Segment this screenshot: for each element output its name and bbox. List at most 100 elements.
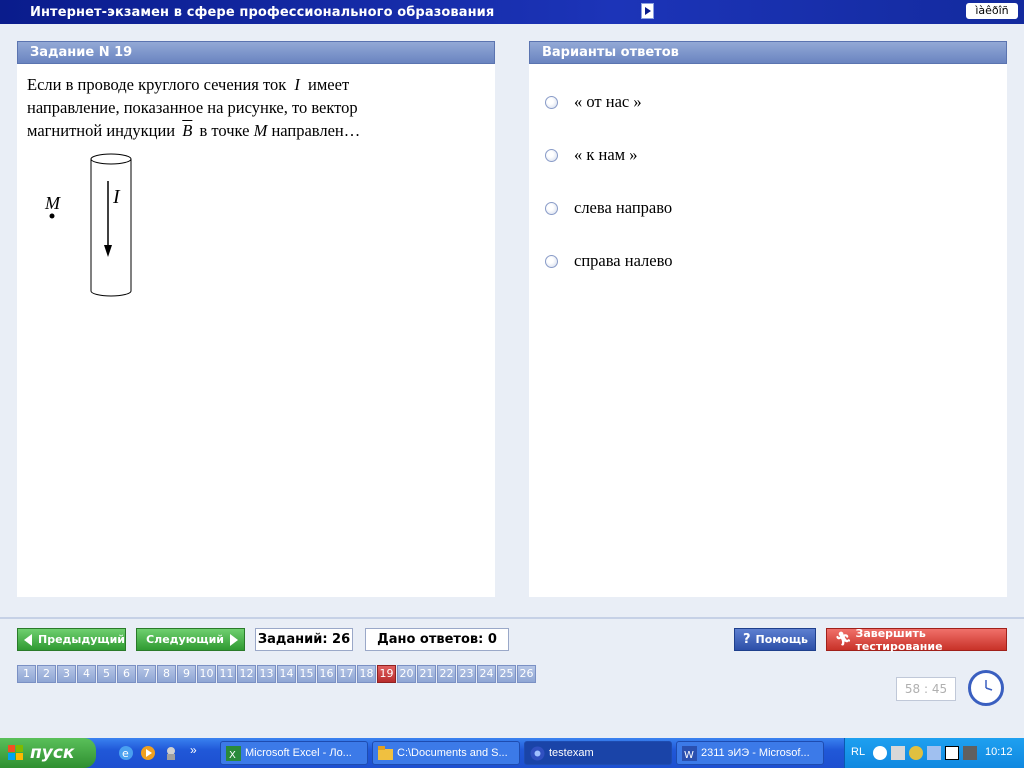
app-title: Интернет-экзамен в сфере профессионально… — [30, 5, 495, 20]
windows-taskbar: пуск e » X Microsoft Excel - Ло... C:\Do… — [0, 738, 1024, 768]
task-number-12[interactable]: 12 — [237, 665, 256, 683]
task-number-24[interactable]: 24 — [477, 665, 496, 683]
task-number-18[interactable]: 18 — [357, 665, 376, 683]
question-header: Задание N 19 — [17, 41, 495, 64]
task-number-7[interactable]: 7 — [137, 665, 156, 683]
help-button[interactable]: ? Помощь — [734, 628, 816, 651]
app-titlebar: Интернет-экзамен в сфере профессионально… — [0, 0, 1024, 24]
answer-radio-2[interactable] — [545, 148, 558, 162]
current-arrow-head — [104, 245, 112, 257]
task-number-15[interactable]: 15 — [297, 665, 316, 683]
answers-given: Дано ответов: 0 — [365, 628, 509, 651]
answer-option-3[interactable]: слева направо — [545, 198, 672, 218]
answer-label-2: « к нам » — [574, 145, 638, 164]
running-man-icon: 🏃︎ — [835, 632, 852, 647]
question-text-part-3: в точке — [195, 121, 254, 140]
ie-icon[interactable]: e — [118, 745, 134, 761]
taskbar-item-excel[interactable]: X Microsoft Excel - Ло... — [220, 741, 368, 765]
current-label: I — [112, 186, 121, 208]
taskbar-clock: 10:12 — [985, 746, 1013, 758]
answer-option-1[interactable]: « от нас » — [545, 92, 642, 112]
task-navigation: 1 2 3 4 5 6 7 8 9 10 11 12 13 14 15 16 17 18 19 20 21 22 23 24 2… — [17, 665, 537, 683]
taskbar-item-label: testexam — [549, 747, 594, 759]
system-tray: RL 10:12 — [844, 738, 1024, 768]
wire-bottom-arc — [90, 290, 132, 297]
folder-icon — [378, 746, 393, 760]
app-icon — [530, 746, 545, 761]
task-number-9[interactable]: 9 — [177, 665, 196, 683]
printer-icon[interactable] — [891, 746, 905, 760]
excel-icon: X — [226, 746, 241, 761]
question-panel: Задание N 19 Если в проводе круглого сеч… — [17, 41, 495, 597]
answer-radio-1[interactable] — [545, 95, 558, 109]
taskbar-item-explorer[interactable]: C:\Documents and S... — [372, 741, 520, 765]
svg-text:X: X — [229, 750, 236, 761]
question-text-part-4: направлен… — [267, 121, 361, 140]
prev-button-label: Предыдущий — [38, 633, 126, 646]
answer-label-1: « от нас » — [574, 92, 642, 111]
language-indicator[interactable]: ìàêðîñ — [966, 3, 1018, 19]
messenger-icon[interactable] — [163, 745, 179, 761]
task-number-19[interactable]: 19 — [377, 665, 396, 683]
wire-figure: I M — [44, 153, 132, 297]
task-number-2[interactable]: 2 — [37, 665, 56, 683]
svg-text:W: W — [684, 750, 694, 761]
finish-button[interactable]: 🏃︎ Завершить тестирование — [826, 627, 1007, 653]
next-button[interactable]: Следующий — [136, 628, 245, 651]
antivirus-icon[interactable] — [909, 746, 923, 760]
task-number-13[interactable]: 13 — [257, 665, 276, 683]
clock-icon — [968, 670, 1004, 706]
answer-radio-4[interactable] — [545, 254, 558, 268]
start-label: пуск — [30, 743, 75, 763]
task-number-20[interactable]: 20 — [397, 665, 416, 683]
task-number-14[interactable]: 14 — [277, 665, 296, 683]
answer-option-4[interactable]: справа налево — [545, 251, 673, 271]
network-icon[interactable] — [963, 746, 977, 760]
svg-text:e: e — [122, 747, 129, 760]
question-text: Если в проводе круглого сечения ток I им… — [27, 73, 427, 142]
media-tray-icon[interactable] — [945, 746, 959, 760]
play-icon[interactable] — [641, 3, 654, 19]
question-text-part-1: Если в проводе круглого сечения ток — [27, 75, 291, 94]
task-number-11[interactable]: 11 — [217, 665, 236, 683]
next-button-label: Следующий — [146, 633, 224, 646]
task-number-17[interactable]: 17 — [337, 665, 356, 683]
task-number-1[interactable]: 1 — [17, 665, 36, 683]
tasks-count: Заданий: 26 — [255, 628, 353, 651]
prev-button[interactable]: Предыдущий — [17, 628, 126, 651]
answer-radio-3[interactable] — [545, 201, 558, 215]
task-number-10[interactable]: 10 — [197, 665, 216, 683]
taskbar-item-label: 2311 эИЭ - Microsof... — [701, 747, 810, 759]
windows-logo-icon — [8, 745, 23, 760]
help-button-label: Помощь — [755, 633, 808, 646]
task-number-8[interactable]: 8 — [157, 665, 176, 683]
media-player-icon[interactable] — [140, 745, 156, 761]
task-number-25[interactable]: 25 — [497, 665, 516, 683]
point-m-dot — [49, 213, 55, 219]
taskbar-item-label: Microsoft Excel - Ло... — [245, 747, 352, 759]
arrow-left-icon — [24, 633, 32, 646]
answers-header: Варианты ответов — [529, 41, 1007, 64]
task-number-5[interactable]: 5 — [97, 665, 116, 683]
taskbar-item-testexam[interactable]: testexam — [524, 741, 672, 765]
task-number-16[interactable]: 16 — [317, 665, 336, 683]
start-button[interactable]: пуск — [0, 738, 96, 768]
task-number-21[interactable]: 21 — [417, 665, 436, 683]
current-symbol: I — [294, 75, 300, 94]
tray-back-icon[interactable] — [873, 746, 887, 760]
divider — [0, 617, 1024, 619]
task-number-6[interactable]: 6 — [117, 665, 136, 683]
task-number-22[interactable]: 22 — [437, 665, 456, 683]
answer-label-4: справа налево — [574, 251, 673, 270]
wire-top-ellipse — [90, 153, 132, 165]
quicklaunch-expand-icon[interactable]: » — [190, 743, 197, 757]
answer-option-2[interactable]: « к нам » — [545, 145, 638, 165]
point-m-symbol: M — [253, 121, 268, 140]
task-number-4[interactable]: 4 — [77, 665, 96, 683]
task-number-3[interactable]: 3 — [57, 665, 76, 683]
task-number-23[interactable]: 23 — [457, 665, 476, 683]
tray-language[interactable]: RL — [851, 746, 865, 758]
task-number-26[interactable]: 26 — [517, 665, 536, 683]
taskbar-item-word[interactable]: W 2311 эИЭ - Microsof... — [676, 741, 824, 765]
play-tray-icon[interactable] — [927, 746, 941, 760]
